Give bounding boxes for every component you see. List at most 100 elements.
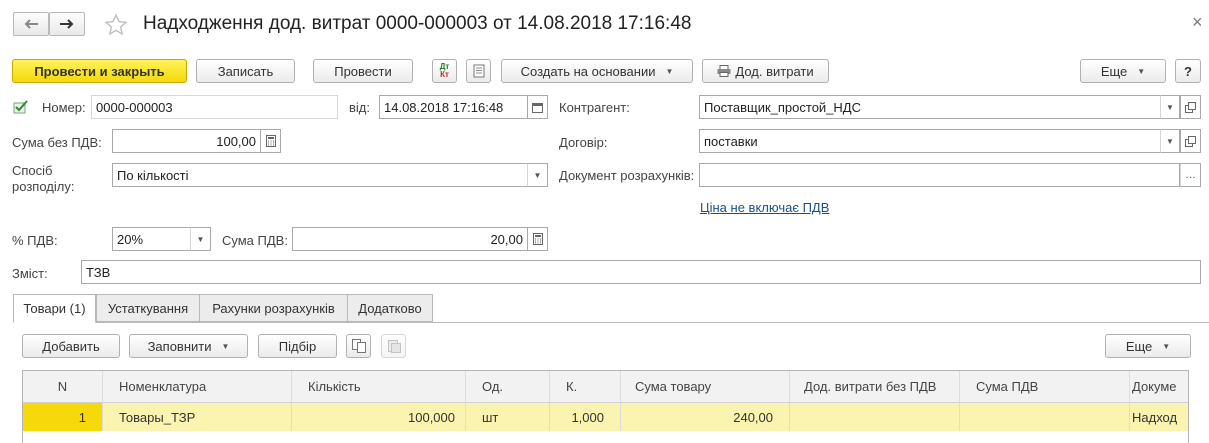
cell-unit[interactable]: шт: [466, 403, 550, 431]
cell-coef[interactable]: 1,000: [550, 403, 621, 431]
tab-goods[interactable]: Товари (1): [13, 294, 96, 323]
chevron-down-icon: ▼: [665, 66, 674, 76]
chevron-down-icon: ▼: [1162, 341, 1171, 351]
open-form-icon: [1185, 135, 1196, 147]
vat-rate-label: % ПДВ:: [12, 233, 58, 248]
settlement-doc-label: Документ розрахунків:: [559, 168, 695, 183]
tabs-divider: [13, 322, 1209, 323]
create-based-on-button[interactable]: Создать на основании ▼: [501, 59, 693, 83]
table-right-margin: [1189, 370, 1209, 443]
counterparty-field[interactable]: Поставщик_простой_НДС: [699, 95, 1161, 119]
extra-costs-print-button[interactable]: Дод. витрати: [702, 59, 829, 83]
document-button[interactable]: [466, 59, 491, 83]
calculator-icon: [532, 233, 543, 245]
dt-kt-button[interactable]: Дт Кт: [432, 59, 457, 83]
post-and-close-button[interactable]: Провести и закрыть: [12, 59, 187, 83]
more-button[interactable]: Еще ▼: [1080, 59, 1166, 83]
distribution-method-value: По кількості: [117, 167, 189, 183]
content-field[interactable]: ТЗВ: [81, 260, 1201, 284]
fill-button[interactable]: Заповнити ▼: [129, 334, 248, 358]
col-header-coef[interactable]: К.: [550, 371, 621, 402]
close-icon[interactable]: ×: [1192, 12, 1203, 33]
cell-goods-sum[interactable]: 240,00: [621, 403, 790, 431]
chevron-down-icon: ▼: [1137, 66, 1146, 76]
date-field[interactable]: 14.08.2018 17:16:48: [379, 95, 528, 119]
distribution-method-dropdown[interactable]: ▼: [527, 163, 548, 187]
favorite-star-icon[interactable]: [104, 13, 128, 40]
copy-icon: [351, 339, 366, 353]
col-header-unit[interactable]: Од.: [466, 371, 550, 402]
sum-no-vat-field[interactable]: 100,00: [112, 129, 261, 153]
price-vat-link[interactable]: Ціна не включає ПДВ: [700, 200, 829, 215]
contract-open-button[interactable]: [1180, 129, 1201, 153]
vat-rate-select[interactable]: 20%: [112, 227, 191, 251]
open-form-icon: [1185, 101, 1196, 113]
cell-document[interactable]: Надход: [1130, 403, 1188, 431]
vat-rate-value: 20%: [117, 231, 144, 247]
help-button[interactable]: ?: [1175, 59, 1201, 83]
cell-n[interactable]: 1: [23, 403, 103, 431]
post-button[interactable]: Провести: [313, 59, 413, 83]
settlement-doc-field[interactable]: [699, 163, 1180, 187]
pick-button[interactable]: Підбір: [258, 334, 337, 358]
goods-table[interactable]: N Номенклатура Кількість Од. К. Сума тов…: [22, 370, 1189, 443]
calendar-button[interactable]: [528, 95, 548, 119]
settlement-doc-select-button[interactable]: …: [1180, 163, 1201, 187]
number-field[interactable]: 0000-000003: [91, 95, 338, 119]
calculator-button[interactable]: [261, 129, 281, 153]
cell-extra-costs[interactable]: [790, 403, 960, 431]
copy-row-button[interactable]: [346, 334, 371, 358]
col-header-nomenclature[interactable]: Номенклатура: [103, 371, 292, 402]
fill-label: Заповнити: [147, 338, 212, 354]
vat-rate-dropdown[interactable]: ▼: [190, 227, 211, 251]
col-header-extra-costs[interactable]: Дод. витрати без ПДВ: [790, 371, 960, 402]
table-more-button[interactable]: Еще ▼: [1105, 334, 1191, 358]
cell-vat-sum[interactable]: [960, 403, 1130, 431]
cell-quantity[interactable]: 100,000: [292, 403, 466, 431]
counterparty-open-button[interactable]: [1180, 95, 1201, 119]
contract-field[interactable]: поставки: [699, 129, 1161, 153]
table-more-label: Еще: [1125, 338, 1153, 354]
tab-additional[interactable]: Додатково: [347, 294, 433, 322]
counterparty-dropdown[interactable]: ▼: [1160, 95, 1180, 119]
table-header: N Номенклатура Кількість Од. К. Сума тов…: [23, 371, 1188, 403]
chevron-down-icon: ▼: [196, 234, 205, 244]
date-label: від:: [349, 100, 370, 115]
date-value: 14.08.2018 17:16:48: [384, 99, 504, 115]
col-header-n[interactable]: N: [23, 371, 103, 402]
vat-calculator-button[interactable]: [528, 227, 548, 251]
contract-label: Договір:: [559, 135, 608, 150]
chevron-down-icon: ▼: [1166, 102, 1174, 112]
chevron-down-icon: ▼: [1166, 136, 1174, 146]
posted-check-icon: [13, 100, 29, 117]
paste-icon: [387, 340, 401, 353]
sum-no-vat-value: 100,00: [216, 133, 256, 149]
vat-sum-label: Сума ПДВ:: [222, 233, 288, 248]
chevron-down-icon: ▼: [533, 170, 542, 180]
contract-dropdown[interactable]: ▼: [1160, 129, 1180, 153]
paste-row-button[interactable]: [381, 334, 406, 358]
forward-button[interactable]: [49, 12, 85, 36]
col-header-goods-sum[interactable]: Сума товару: [621, 371, 790, 402]
number-label: Номер:: [42, 100, 86, 115]
content-value: ТЗВ: [86, 264, 111, 280]
content-label: Зміст:: [12, 266, 48, 281]
distribution-method-select[interactable]: По кількості: [112, 163, 528, 187]
tab-equipment[interactable]: Устаткування: [96, 294, 200, 322]
sum-no-vat-label: Сума без ПДВ:: [12, 135, 102, 150]
table-row[interactable]: 1 Товары_ТЗР 100,000 шт 1,000 240,00 Над…: [23, 403, 1188, 431]
save-button[interactable]: Записать: [196, 59, 295, 83]
counterparty-value: Поставщик_простой_НДС: [704, 99, 862, 115]
distribution-method-label-line1: Спосіб: [12, 163, 53, 178]
cell-nomenclature[interactable]: Товары_ТЗР: [103, 403, 292, 431]
add-button[interactable]: Добавить: [22, 334, 120, 358]
create-based-on-label: Создать на основании: [520, 63, 656, 79]
col-header-vat-sum[interactable]: Сума ПДВ: [960, 371, 1130, 402]
tab-settlement-accounts[interactable]: Рахунки розрахунків: [199, 294, 348, 322]
vat-sum-value: 20,00: [490, 231, 523, 247]
back-button[interactable]: [13, 12, 49, 36]
vat-sum-field[interactable]: 20,00: [292, 227, 528, 251]
document-icon: [473, 64, 484, 78]
col-header-quantity[interactable]: Кількість: [292, 371, 466, 402]
col-header-document[interactable]: Докуме: [1130, 371, 1188, 402]
